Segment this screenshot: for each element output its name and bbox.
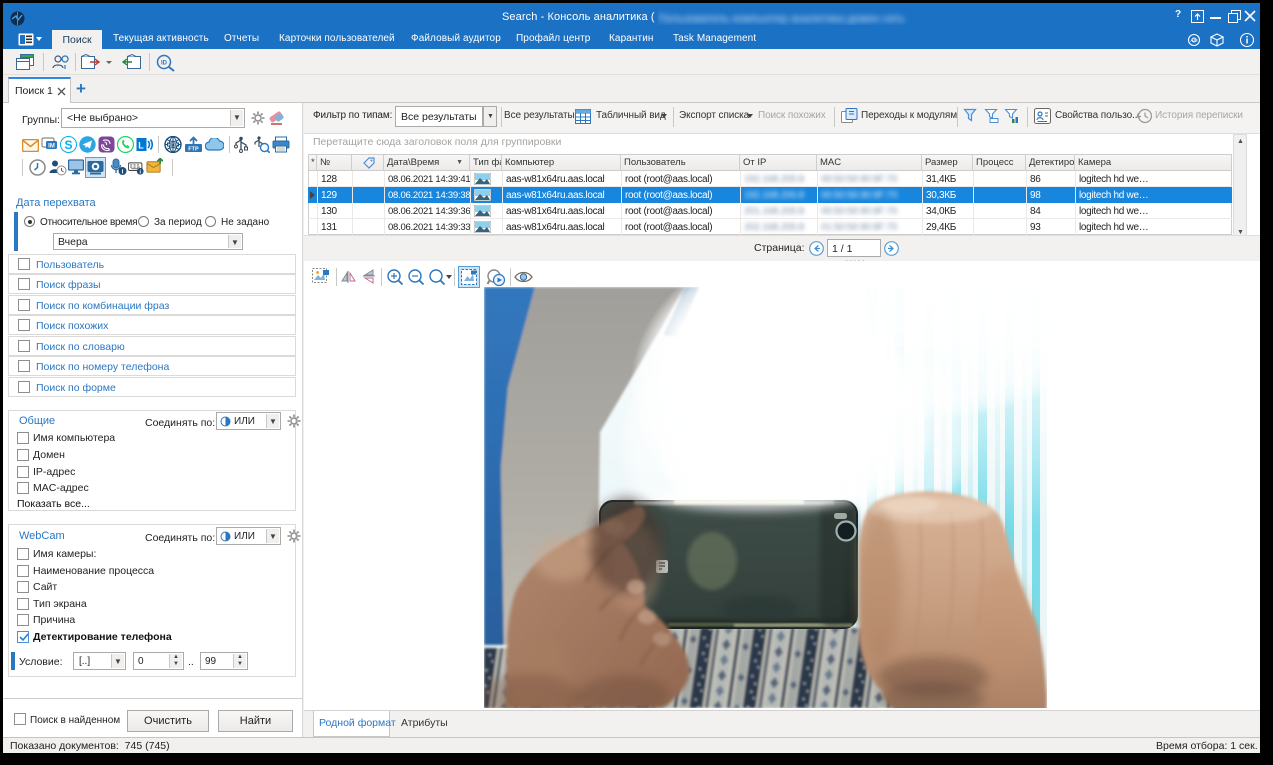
svg-text:HTTP: HTTP (168, 142, 179, 147)
svg-text:FTP: FTP (188, 147, 199, 153)
svg-text:S: S (64, 138, 72, 152)
svg-text:i: i (122, 169, 124, 176)
svg-text:API: API (1190, 38, 1197, 43)
svg-text:ID: ID (161, 61, 168, 67)
svg-text:IM: IM (48, 144, 55, 150)
svg-text:L: L (138, 141, 144, 151)
